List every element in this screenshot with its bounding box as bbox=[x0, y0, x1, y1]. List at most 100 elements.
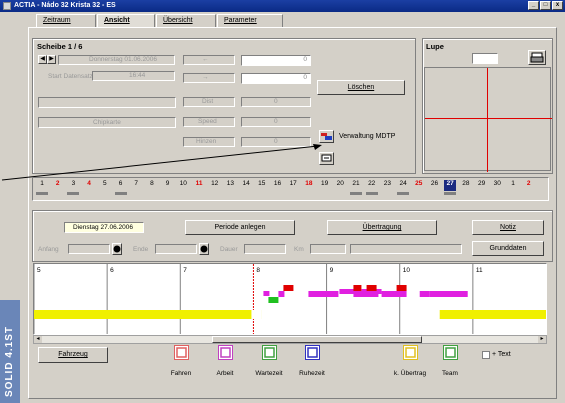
ende-spin[interactable] bbox=[199, 243, 209, 255]
arbeit-icon bbox=[220, 347, 231, 358]
direction-right-label: → bbox=[202, 74, 209, 81]
tab-zeitraum[interactable]: Zeitraum bbox=[36, 14, 96, 27]
day-9[interactable]: 9 bbox=[162, 180, 174, 187]
dist-value: 0 bbox=[274, 98, 278, 105]
ruhezeit-icon bbox=[307, 347, 318, 358]
maximize-button[interactable]: □ bbox=[540, 1, 551, 10]
day-16[interactable]: 16 bbox=[272, 180, 284, 187]
hour-label: 10 bbox=[403, 267, 411, 274]
day-25[interactable]: 25 bbox=[413, 180, 425, 187]
day-28[interactable]: 28 bbox=[460, 180, 472, 187]
day-27[interactable]: 27 bbox=[444, 180, 457, 191]
dauer-field bbox=[244, 244, 286, 254]
start-field: 16:44 bbox=[92, 71, 175, 81]
day-24[interactable]: 24 bbox=[397, 180, 409, 187]
day-29[interactable]: 29 bbox=[476, 180, 488, 187]
day-8[interactable]: 8 bbox=[146, 180, 158, 187]
legend-k-ubertrag-button[interactable] bbox=[403, 345, 418, 360]
direction-left-field: ← bbox=[183, 55, 235, 65]
remark-field bbox=[350, 244, 462, 254]
value-field-2[interactable]: 0 bbox=[241, 73, 311, 84]
window-title: ACTIA - Nádo 32 Krista 32 - ES bbox=[14, 2, 116, 9]
day-15[interactable]: 15 bbox=[256, 180, 268, 187]
close-button[interactable]: x bbox=[552, 1, 563, 10]
legend-arbeit-button[interactable] bbox=[218, 345, 233, 360]
day-17[interactable]: 17 bbox=[287, 180, 299, 187]
day-32[interactable]: 2 bbox=[523, 180, 535, 187]
delete-button[interactable]: Löschen bbox=[317, 80, 405, 95]
day-10[interactable]: 10 bbox=[177, 180, 189, 187]
next-disc-button[interactable]: ▶ bbox=[47, 55, 56, 64]
day-11[interactable]: 11 bbox=[193, 180, 205, 187]
day-26[interactable]: 26 bbox=[429, 180, 441, 187]
legend-fahren-label: Fahren bbox=[170, 370, 192, 377]
create-period-button[interactable]: Periode anlegen bbox=[185, 220, 295, 235]
tab-ubersicht[interactable]: Übersicht bbox=[156, 14, 216, 27]
legend-fahren-button[interactable] bbox=[174, 345, 189, 360]
anfang-spin[interactable] bbox=[112, 243, 122, 255]
lupe-view bbox=[424, 67, 552, 172]
timeline-chart: 5 6 7 8 9 10 11 bbox=[34, 264, 546, 334]
day-6[interactable]: 6 bbox=[115, 180, 127, 187]
day-30[interactable]: 30 bbox=[491, 180, 503, 187]
legend-team-button[interactable] bbox=[443, 345, 458, 360]
day-12[interactable]: 12 bbox=[209, 180, 221, 187]
notiz-button[interactable]: Notiz bbox=[472, 220, 544, 235]
speed-label: Speed bbox=[198, 118, 217, 125]
lupe-field[interactable] bbox=[472, 53, 498, 64]
mdtp-label: Verwaltung MDTP bbox=[339, 133, 396, 140]
scheibe-title: Scheibe 1 / 6 bbox=[37, 42, 83, 51]
vehicle-button[interactable]: Fahrzeug bbox=[38, 347, 108, 363]
prev-disc-button[interactable]: ◀ bbox=[38, 55, 47, 64]
spin-icon bbox=[113, 245, 121, 253]
scroll-thumb[interactable] bbox=[212, 336, 422, 343]
dist-label-box: Dist bbox=[183, 97, 235, 107]
value-field-1[interactable]: 0 bbox=[241, 55, 311, 66]
chipkarte-label: Chipkarte bbox=[93, 119, 121, 126]
day-21[interactable]: 21 bbox=[350, 180, 362, 187]
legend-arbeit-label: Arbeit bbox=[216, 370, 234, 377]
day-2[interactable]: 2 bbox=[52, 180, 64, 187]
timeline-scrollbar[interactable]: ◂ ▸ bbox=[33, 335, 547, 344]
day-14[interactable]: 14 bbox=[240, 180, 252, 187]
value-1: 0 bbox=[303, 56, 307, 63]
print-button[interactable] bbox=[528, 50, 546, 65]
day-13[interactable]: 13 bbox=[224, 180, 236, 187]
day-22[interactable]: 22 bbox=[366, 180, 378, 187]
ende-field bbox=[155, 244, 197, 254]
fahren-bar bbox=[283, 285, 294, 291]
transfer-button[interactable]: Übertragung bbox=[327, 220, 437, 235]
day-19[interactable]: 19 bbox=[319, 180, 331, 187]
day-3[interactable]: 3 bbox=[67, 180, 79, 187]
day-18[interactable]: 18 bbox=[303, 180, 315, 187]
day-4[interactable]: 4 bbox=[83, 180, 95, 187]
spin-icon bbox=[200, 245, 208, 253]
minimize-button[interactable]: _ bbox=[528, 1, 539, 10]
day-1[interactable]: 1 bbox=[36, 180, 48, 187]
grunddaten-button[interactable]: Grunddaten bbox=[472, 241, 544, 256]
fahren-bar bbox=[366, 285, 377, 291]
scroll-left-arrow[interactable]: ◂ bbox=[34, 336, 42, 343]
day-20[interactable]: 20 bbox=[334, 180, 346, 187]
hour-label: 9 bbox=[330, 267, 334, 274]
ruhezeit-bar bbox=[34, 310, 262, 319]
tab-ansicht[interactable]: Ansicht bbox=[97, 14, 155, 27]
start-value: 16:44 bbox=[129, 72, 146, 79]
day-23[interactable]: 23 bbox=[381, 180, 393, 187]
tab-parameter[interactable]: Parameter bbox=[217, 14, 283, 27]
day-5[interactable]: 5 bbox=[99, 180, 111, 187]
text-checkbox[interactable] bbox=[482, 351, 490, 359]
ende-label: Ende bbox=[133, 246, 149, 253]
wartezeit-bar bbox=[268, 297, 279, 303]
chipkarte-field: Chipkarte bbox=[38, 117, 176, 128]
legend-ruhezeit-button[interactable] bbox=[305, 345, 320, 360]
day-activity-marker bbox=[444, 192, 457, 195]
scroll-right-arrow[interactable]: ▸ bbox=[538, 336, 546, 343]
fahren-bar bbox=[396, 285, 407, 291]
timeline-gap bbox=[251, 310, 262, 319]
direction-left-label: ← bbox=[202, 56, 209, 63]
day-31[interactable]: 1 bbox=[507, 180, 519, 187]
legend-wartezeit-button[interactable] bbox=[262, 345, 277, 360]
day-activity-marker bbox=[114, 192, 127, 195]
day-7[interactable]: 7 bbox=[130, 180, 142, 187]
